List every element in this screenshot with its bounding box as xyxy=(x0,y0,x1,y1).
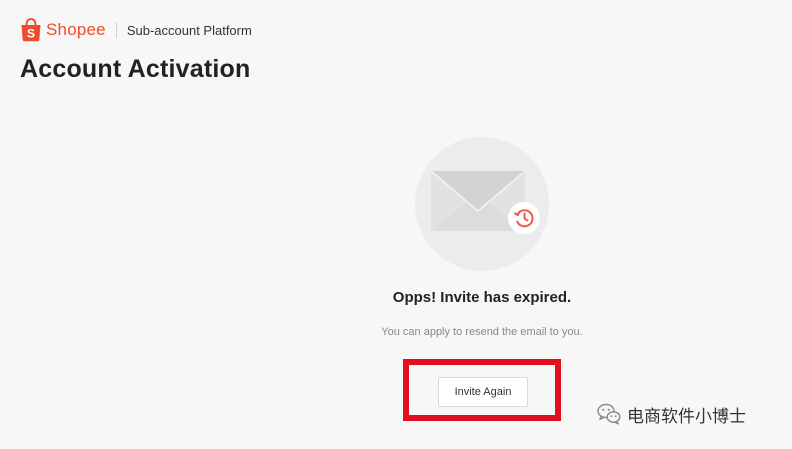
page-title: Account Activation xyxy=(20,55,251,83)
invite-again-button[interactable]: Invite Again xyxy=(438,377,528,407)
expired-invite-illustration xyxy=(415,137,549,271)
watermark: 电商软件小博士 xyxy=(597,402,746,427)
brand-name: Shopee xyxy=(46,20,106,39)
platform-name: Sub-account Platform xyxy=(126,22,252,38)
expired-message-title: Opps! Invite has expired. xyxy=(392,289,572,306)
shopee-logo[interactable]: S Shopee xyxy=(20,18,106,42)
shopee-bag-icon: S xyxy=(21,18,41,42)
watermark-text: 电商软件小博士 xyxy=(627,406,746,427)
svg-text:S: S xyxy=(27,27,35,41)
expired-message-subtitle: You can apply to resend the email to you… xyxy=(381,326,583,338)
wechat-icon xyxy=(597,403,621,425)
header-divider xyxy=(115,22,117,38)
clock-history-icon xyxy=(513,209,534,228)
header: S Shopee Sub-account Platform xyxy=(20,16,252,44)
clock-badge xyxy=(508,202,540,234)
